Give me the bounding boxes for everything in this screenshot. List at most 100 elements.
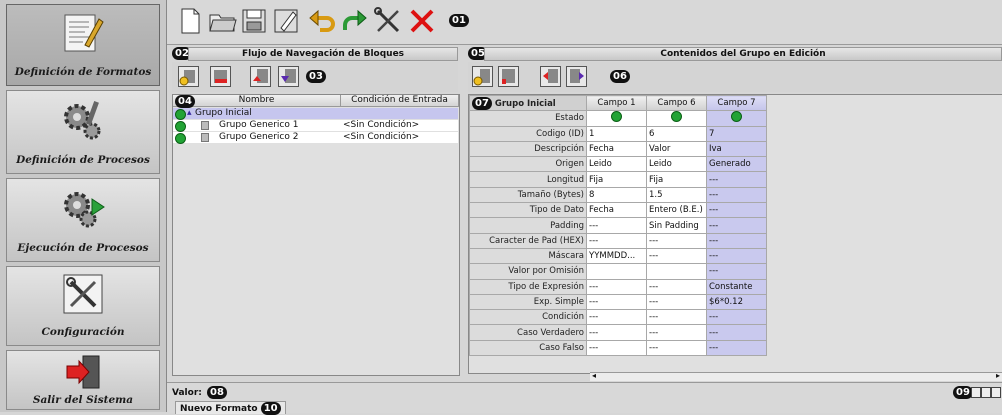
cell[interactable]: ---	[586, 278, 647, 295]
status-ok-icon	[611, 111, 622, 123]
status-ok-icon	[175, 109, 186, 120]
cell[interactable]: ---	[646, 247, 707, 265]
cell[interactable]: Fija	[586, 171, 647, 188]
tab-nuevo-formato[interactable]: Nuevo Formato 10	[175, 401, 286, 415]
tree-row[interactable]: ▴ Grupo Inicial	[173, 108, 458, 120]
cell[interactable]: ---	[586, 324, 647, 341]
cell[interactable]	[586, 263, 647, 280]
row-label: Longitud	[469, 171, 587, 188]
nav-salir[interactable]: Salir del Sistema	[6, 350, 160, 410]
cell[interactable]: Fecha	[586, 140, 647, 158]
undo-icon[interactable]	[307, 6, 337, 36]
cell[interactable]	[646, 110, 707, 127]
nav-definicion-formatos[interactable]: Definición de Formatos	[6, 4, 160, 86]
nav-ejecucion-procesos[interactable]: Ejecución de Procesos	[6, 178, 160, 262]
cell[interactable]: ---	[586, 293, 647, 311]
grid-corner: 07 Grupo Inicial	[469, 94, 587, 112]
cell[interactable]: ---	[586, 309, 647, 326]
cell[interactable]: ---	[706, 186, 767, 204]
cell[interactable]: ---	[706, 202, 767, 219]
cell[interactable]	[586, 110, 647, 127]
redo-icon[interactable]	[339, 6, 369, 36]
cell[interactable]: 1.5	[646, 186, 707, 204]
cell[interactable]: Constante	[706, 278, 767, 295]
cell[interactable]: Leido	[586, 156, 647, 173]
column-header-campo[interactable]: Campo 1	[586, 94, 647, 112]
nav-definicion-procesos[interactable]: Definición de Procesos	[6, 90, 160, 174]
cell[interactable]: YYMMDD...	[586, 247, 647, 265]
save-icon[interactable]	[239, 6, 269, 36]
cell[interactable]: ---	[646, 324, 707, 341]
add-block-button[interactable]	[178, 66, 199, 87]
cell[interactable]	[646, 263, 707, 280]
callout-badge: 06	[610, 70, 630, 83]
row-label: Estado	[469, 110, 587, 127]
cell[interactable]: 1	[586, 125, 647, 142]
remove-block-icon	[214, 70, 227, 83]
tree-row-condition: <Sin Condición>	[343, 132, 420, 142]
move-block-down-button[interactable]	[278, 66, 299, 87]
cell[interactable]: 7	[706, 125, 767, 142]
cell[interactable]: ---	[646, 232, 707, 249]
cell[interactable]: ---	[586, 217, 647, 234]
tree-row[interactable]: Grupo Generico 1 <Sin Condición>	[173, 120, 458, 132]
cell[interactable]: ---	[586, 339, 647, 357]
cell[interactable]: ---	[706, 263, 767, 280]
column-header-campo[interactable]: Campo 6	[646, 94, 707, 112]
cell[interactable]: ---	[646, 309, 707, 326]
tools-icon[interactable]	[373, 6, 403, 36]
scroll-left-icon[interactable]: ◂	[592, 371, 596, 380]
cell[interactable]: ---	[646, 278, 707, 295]
column-header-campo[interactable]: Campo 7	[706, 94, 767, 112]
cell[interactable]: ---	[706, 309, 767, 326]
delete-icon[interactable]	[407, 6, 437, 36]
cell[interactable]: 6	[646, 125, 707, 142]
cell[interactable]: ---	[706, 339, 767, 357]
cell[interactable]: ---	[706, 324, 767, 341]
column-header-nombre[interactable]: Nombre	[173, 95, 341, 107]
document-edit-icon	[64, 14, 104, 52]
cell[interactable]: Fecha	[586, 202, 647, 219]
tree-row[interactable]: Grupo Generico 2 <Sin Condición>	[173, 132, 458, 144]
row-label: Tipo de Dato	[469, 202, 587, 219]
tree-expand-icon[interactable]: ▴	[187, 108, 192, 119]
pager-icon[interactable]	[971, 387, 1001, 398]
cell[interactable]: Fija	[646, 171, 707, 188]
cell[interactable]: ---	[706, 217, 767, 234]
cell[interactable]: $6*0.12	[706, 293, 767, 311]
cell[interactable]	[706, 110, 767, 127]
horizontal-scrollbar[interactable]: ◂ ▸	[590, 371, 1002, 381]
move-field-left-button[interactable]	[540, 66, 561, 87]
cell[interactable]: ---	[646, 293, 707, 311]
cell[interactable]: Entero (B.E.)	[646, 202, 707, 219]
cell[interactable]: ---	[706, 171, 767, 188]
content-panel-title: Contenidos del Grupo en Edición	[484, 47, 1002, 61]
column-header-condicion[interactable]: Condición de Entrada	[341, 95, 459, 107]
status-ok-icon	[731, 111, 742, 123]
cell[interactable]: 8	[586, 186, 647, 204]
move-field-right-button[interactable]	[566, 66, 587, 87]
new-file-icon[interactable]	[175, 6, 205, 36]
cell[interactable]: Leido	[646, 156, 707, 173]
scroll-right-icon[interactable]: ▸	[996, 371, 1000, 380]
cell[interactable]: ---	[646, 339, 707, 357]
callout-badge: 03	[306, 70, 326, 83]
left-navigation: Definición de Formatos Definición de Pro…	[0, 0, 167, 412]
add-field-button[interactable]	[472, 66, 493, 87]
cell[interactable]: ---	[586, 232, 647, 249]
cell[interactable]: ---	[706, 247, 767, 265]
cell[interactable]: Iva	[706, 140, 767, 158]
cell[interactable]: Valor	[646, 140, 707, 158]
table-row: Estado	[469, 110, 767, 127]
move-block-up-button[interactable]	[250, 66, 271, 87]
remove-field-button[interactable]	[498, 66, 519, 87]
open-folder-icon[interactable]	[207, 6, 237, 36]
nav-configuracion[interactable]: Configuración	[6, 266, 160, 346]
save-as-icon[interactable]	[271, 6, 301, 36]
move-up-icon	[253, 69, 268, 83]
remove-block-button[interactable]	[210, 66, 231, 87]
table-row: Descripción Fecha Valor Iva	[469, 140, 767, 158]
cell[interactable]: ---	[706, 232, 767, 249]
cell[interactable]: Sin Padding	[646, 217, 707, 234]
cell[interactable]: Generado	[706, 156, 767, 173]
